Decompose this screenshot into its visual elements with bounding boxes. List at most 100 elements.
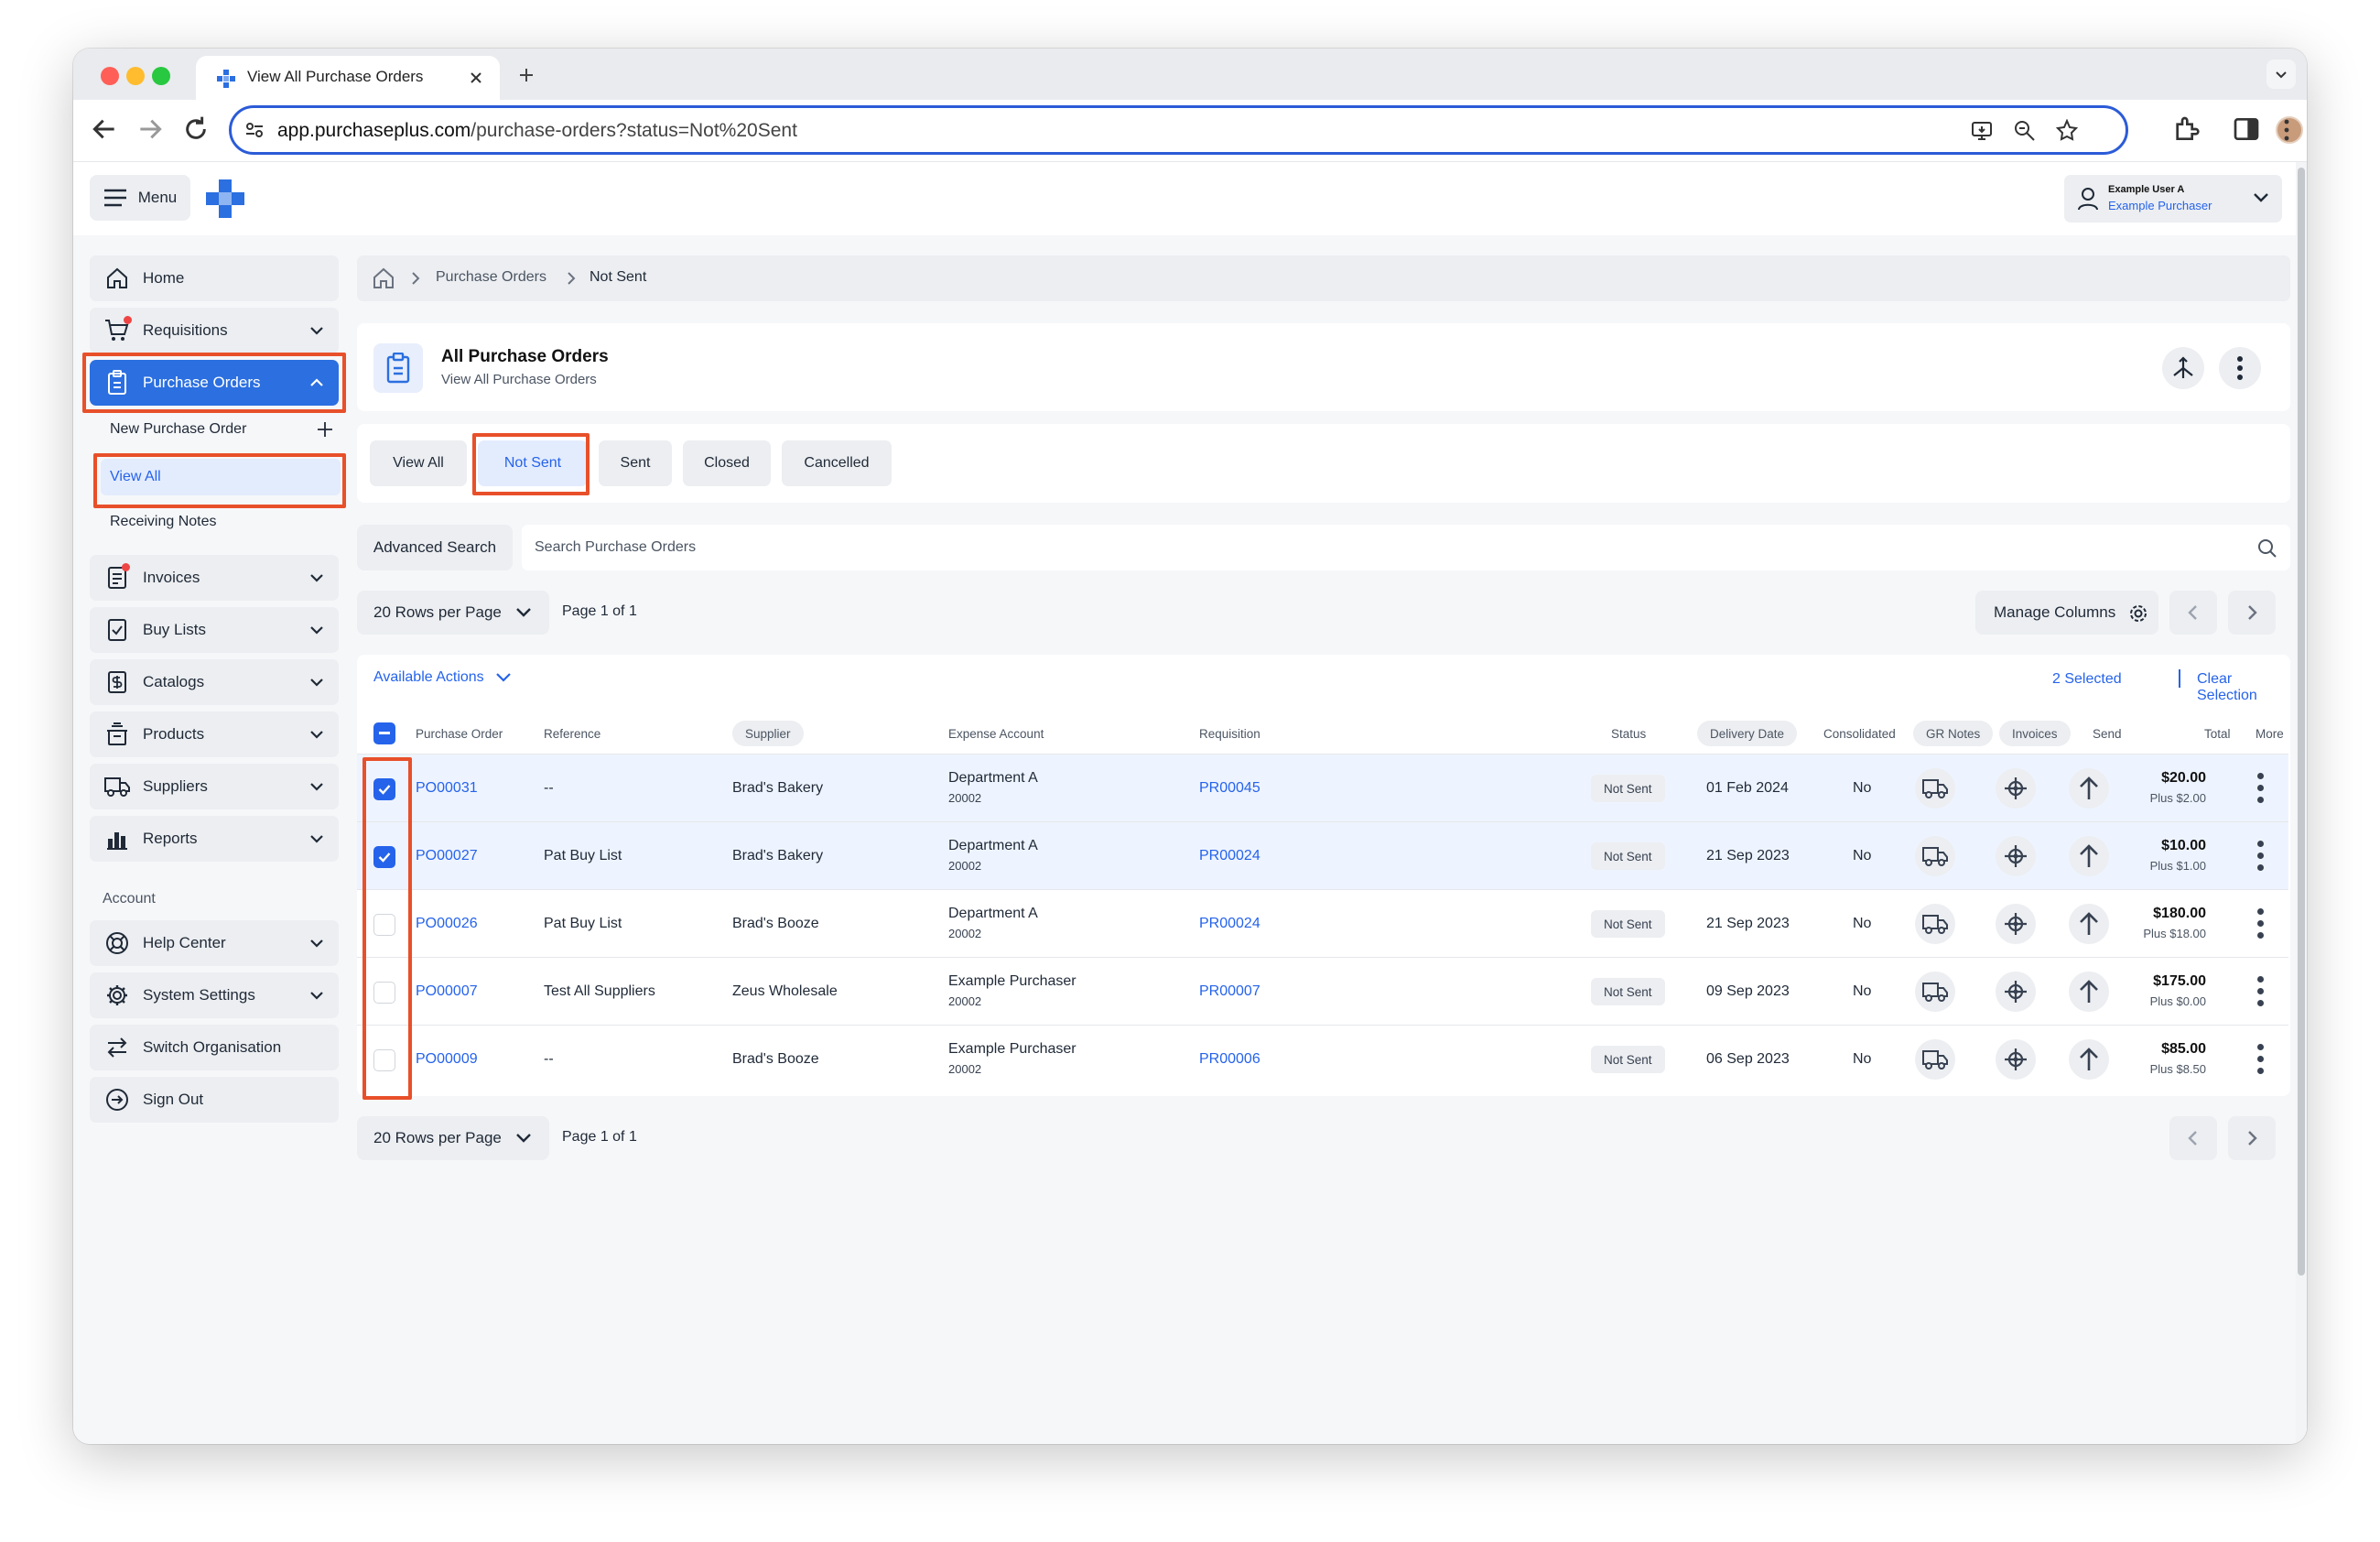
column-header[interactable]: Supplier [732, 721, 804, 746]
po-number-link[interactable]: PO00009 [416, 1026, 478, 1093]
gr-notes-button[interactable] [1915, 972, 1955, 1012]
sidebar-sub-receiving-notes[interactable]: Receiving Notes [101, 504, 341, 540]
prev-page-button[interactable] [2169, 591, 2217, 635]
row-more-button[interactable] [2257, 908, 2265, 939]
invoices-button[interactable] [1996, 768, 2036, 809]
table-row[interactable]: PO00009 -- Brad's Booze Example Purchaser 20… [357, 1025, 2288, 1092]
requisition-link[interactable]: PR00006 [1199, 1026, 1260, 1093]
sidebar-sub-new-po[interactable]: New Purchase Order [101, 411, 341, 448]
tab-cancelled[interactable]: Cancelled [782, 440, 892, 486]
sidebar-item-sign-out[interactable]: Sign Out [90, 1077, 339, 1123]
gr-notes-button[interactable] [1915, 768, 1955, 809]
po-number-link[interactable]: PO00031 [416, 755, 478, 822]
install-app-icon[interactable] [1971, 119, 1995, 143]
table-row[interactable]: PO00027 Pat Buy List Brad's Bakery Departme… [357, 821, 2288, 889]
sidebar-item-products[interactable]: Products [90, 711, 339, 757]
browser-menu-icon[interactable] [2281, 118, 2292, 142]
gr-notes-button[interactable] [1915, 904, 1955, 944]
select-all-checkbox[interactable] [373, 722, 395, 744]
search-input[interactable]: Search Purchase Orders [522, 525, 2290, 570]
requisition-link[interactable]: PR00024 [1199, 822, 1260, 890]
scrollbar[interactable] [2296, 162, 2307, 1444]
column-header[interactable]: Requisition [1199, 713, 1260, 754]
side-panel-icon[interactable] [2232, 114, 2261, 144]
column-header[interactable]: Expense Account [948, 713, 1044, 754]
available-actions-dropdown[interactable]: Available Actions [373, 669, 512, 686]
column-header[interactable]: Reference [544, 713, 600, 754]
table-row[interactable]: PO00026 Pat Buy List Brad's Booze Departmen… [357, 889, 2288, 957]
scrollbar-thumb[interactable] [2298, 168, 2305, 1276]
rows-per-page-select[interactable]: 20 Rows per Page [357, 591, 549, 635]
extensions-icon[interactable] [2171, 114, 2201, 144]
sidebar-item-switch-organisation[interactable]: Switch Organisation [90, 1025, 339, 1070]
sidebar-item-system-settings[interactable]: System Settings [90, 972, 339, 1018]
invoices-button[interactable] [1996, 1039, 2036, 1080]
gr-notes-button[interactable] [1915, 836, 1955, 876]
column-header[interactable]: Status [1611, 713, 1646, 754]
user-menu[interactable]: Example User A Example Purchaser [2064, 175, 2282, 223]
advanced-search-button[interactable]: Advanced Search [357, 525, 513, 570]
sidebar-item-buy-lists[interactable]: Buy Lists [90, 607, 339, 653]
invoices-button[interactable] [1996, 836, 2036, 876]
purchaseplus-logo[interactable] [205, 179, 245, 219]
send-button[interactable] [2069, 768, 2109, 809]
column-header[interactable]: Total [2204, 713, 2231, 754]
browser-tab[interactable]: View All Purchase Orders [196, 56, 500, 100]
sidebar-item-catalogs[interactable]: Catalogs [90, 659, 339, 705]
gr-notes-button[interactable] [1915, 1039, 1955, 1080]
table-row[interactable]: PO00007 Test All Suppliers Zeus Wholesale E… [357, 957, 2288, 1025]
column-header[interactable]: Send [2093, 713, 2122, 754]
row-more-button[interactable] [2257, 1044, 2265, 1075]
site-settings-icon[interactable] [244, 120, 265, 140]
search-icon[interactable] [2257, 538, 2277, 559]
po-number-link[interactable]: PO00026 [416, 890, 478, 958]
close-window-button[interactable] [101, 67, 119, 85]
back-icon[interactable] [90, 114, 119, 144]
requisition-link[interactable]: PR00045 [1199, 755, 1260, 822]
manage-columns-button[interactable]: Manage Columns [1975, 591, 2158, 635]
requisition-link[interactable]: PR00007 [1199, 958, 1260, 1026]
tab-closed[interactable]: Closed [683, 440, 771, 486]
table-row[interactable]: PO00031 -- Brad's Bakery Department A 20002 P… [357, 754, 2288, 821]
send-button[interactable] [2069, 972, 2109, 1012]
send-button[interactable] [2069, 836, 2109, 876]
minimize-window-button[interactable] [126, 67, 145, 85]
more-options-button[interactable] [2219, 347, 2261, 389]
invoices-button[interactable] [1996, 904, 2036, 944]
next-page-button[interactable] [2228, 591, 2276, 635]
prev-page-button-bottom[interactable] [2169, 1116, 2217, 1160]
next-page-button-bottom[interactable] [2228, 1116, 2276, 1160]
column-header[interactable]: More [2256, 713, 2284, 754]
tab-view-all[interactable]: View All [370, 440, 467, 486]
column-header[interactable]: Invoices [1999, 721, 2071, 746]
sidebar-item-reports[interactable]: Reports [90, 816, 339, 862]
sidebar-item-suppliers[interactable]: Suppliers [90, 764, 339, 809]
address-bar[interactable]: app.purchaseplus.com/purchase-orders?sta… [229, 105, 2128, 155]
send-button[interactable] [2069, 1039, 2109, 1080]
rows-per-page-select-bottom[interactable]: 20 Rows per Page [357, 1116, 549, 1160]
send-button[interactable] [2069, 904, 2109, 944]
zoom-icon[interactable] [2013, 119, 2037, 143]
requisition-link[interactable]: PR00024 [1199, 890, 1260, 958]
menu-button[interactable]: Menu [90, 175, 190, 221]
breadcrumb-purchase-orders[interactable]: Purchase Orders [436, 269, 546, 286]
po-number-link[interactable]: PO00007 [416, 958, 478, 1026]
bookmark-star-icon[interactable] [2055, 119, 2079, 143]
maximize-window-button[interactable] [152, 67, 170, 85]
row-more-button[interactable] [2257, 976, 2265, 1007]
tab-search-button[interactable] [2266, 60, 2296, 89]
sidebar-item-home[interactable]: Home [90, 255, 339, 301]
row-more-button[interactable] [2257, 773, 2265, 804]
po-number-link[interactable]: PO00027 [416, 822, 478, 890]
clear-selection-link[interactable]: Clear Selection [2197, 671, 2290, 704]
forward-icon[interactable] [135, 114, 165, 144]
row-more-button[interactable] [2257, 841, 2265, 872]
split-orders-button[interactable] [2162, 347, 2204, 389]
column-header[interactable]: Consolidated [1823, 713, 1896, 754]
home-icon[interactable] [372, 267, 395, 289]
sidebar-item-requisitions[interactable]: Requisitions [90, 308, 339, 353]
reload-icon[interactable] [181, 114, 211, 144]
column-header[interactable]: Purchase Order [416, 713, 503, 754]
close-tab-icon[interactable] [469, 71, 483, 85]
sidebar-item-invoices[interactable]: Invoices [90, 555, 339, 601]
